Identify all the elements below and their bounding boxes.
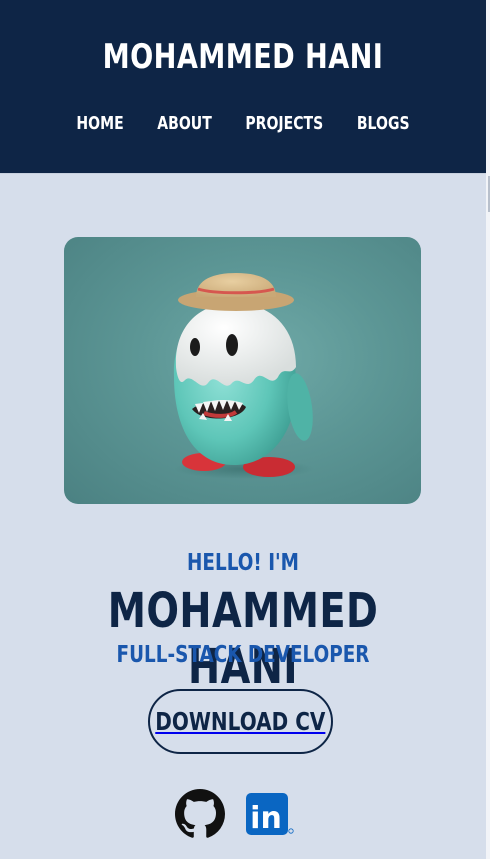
nav-home[interactable]: HOME [76,113,123,134]
site-header: MOHAMMED HANI HOME ABOUT PROJECTS BLOGS [0,0,486,174]
download-cv-button[interactable]: DOWNLOAD CV [148,689,333,754]
github-logo [175,789,225,838]
github-icon[interactable] [175,789,225,839]
role-text: FULL-STACK DEVELOPER [116,642,370,668]
download-cv-label: DOWNLOAD CV [155,707,326,736]
site-title[interactable]: MOHAMMED HANI [49,37,438,77]
main-nav: HOME ABOUT PROJECTS BLOGS [53,113,432,134]
scrollbar-track[interactable] [486,0,490,859]
linkedin-logo-text: in [250,801,282,836]
character-illustration [173,273,314,479]
nav-about[interactable]: ABOUT [157,113,211,134]
nav-blogs[interactable]: BLOGS [357,113,410,134]
nav-projects[interactable]: PROJECTS [245,113,323,134]
hero-image [64,237,421,504]
linkedin-icon[interactable]: in [245,792,297,836]
linkedin-logo: in [246,793,294,836]
greeting-text: HELLO! I'M [187,550,299,576]
hero-name: MOHAMMED HANI [107,583,379,695]
